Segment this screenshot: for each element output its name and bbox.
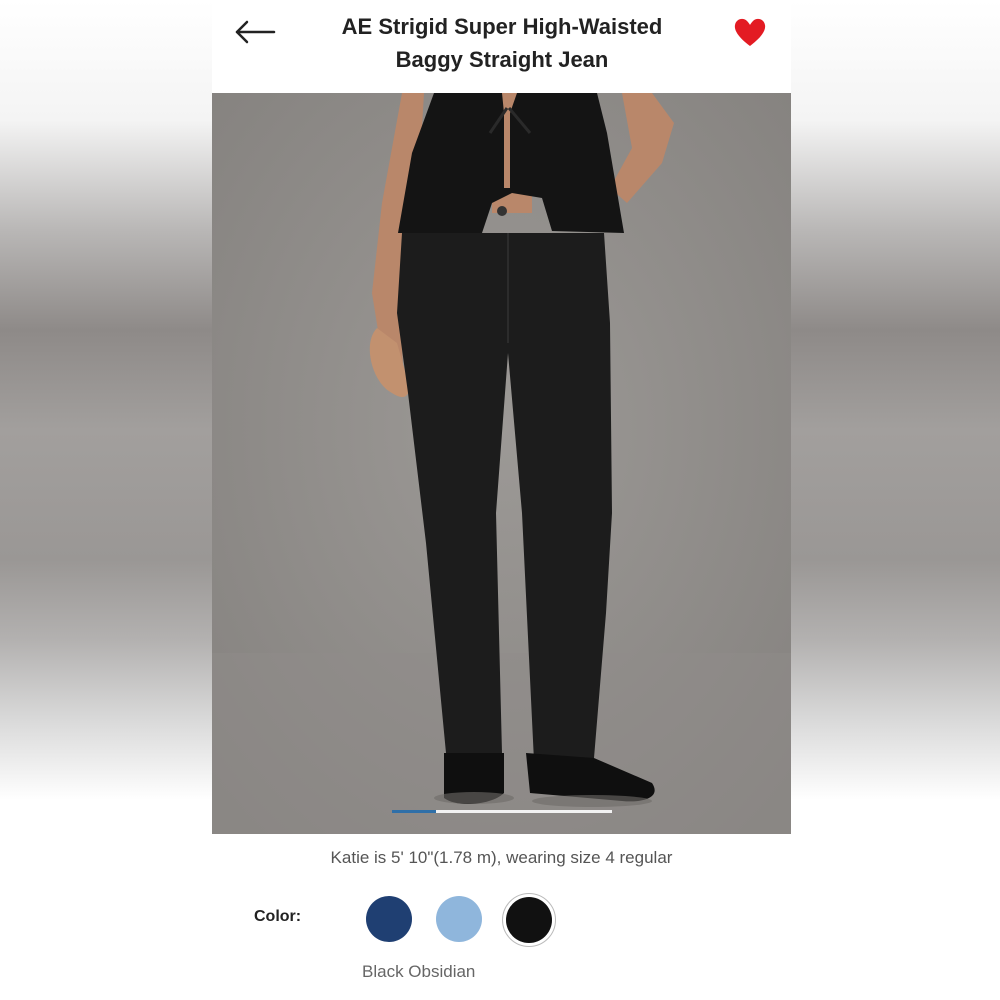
product-image[interactable] (212, 93, 791, 834)
swatch-dark-blue[interactable] (366, 896, 412, 942)
header: AE Strigid Super High-Waisted Baggy Stra… (212, 0, 791, 93)
swatch-black[interactable] (506, 897, 552, 943)
selected-color-name: Black Obsidian (362, 962, 476, 981)
model-photo (212, 93, 791, 834)
model-size-info: Katie is 5' 10"(1.78 m), wearing size 4 … (330, 848, 673, 867)
arrow-left-icon (235, 20, 276, 44)
swatch-light-blue[interactable] (436, 896, 482, 942)
product-page: AE Strigid Super High-Waisted Baggy Stra… (212, 0, 791, 1000)
product-title-line2: Baggy Straight Jean (395, 47, 609, 72)
product-title: AE Strigid Super High-Waisted Baggy Stra… (302, 10, 702, 76)
color-label: Color: (254, 908, 302, 925)
carousel-progress-fill (392, 810, 436, 813)
heart-filled-icon (734, 18, 766, 46)
favorite-button[interactable] (732, 14, 768, 50)
back-button[interactable] (234, 16, 278, 48)
product-title-line1: AE Strigid Super High-Waisted (341, 14, 663, 39)
carousel-progress (392, 810, 612, 813)
